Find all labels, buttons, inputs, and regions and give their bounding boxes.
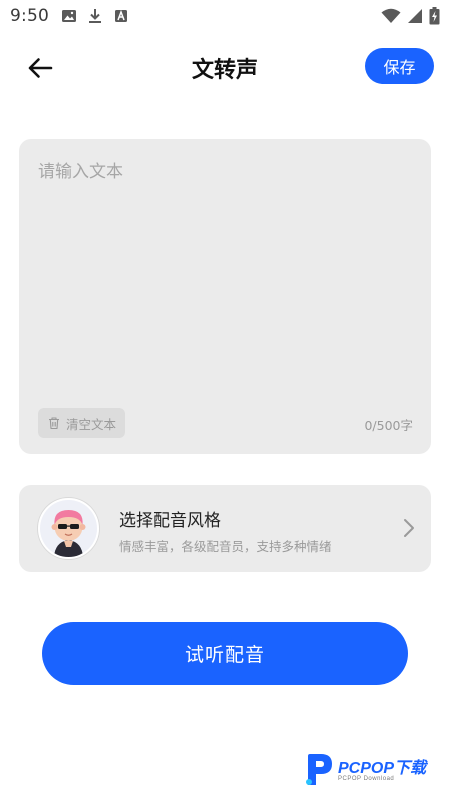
status-icons-left — [61, 8, 129, 24]
chevron-right-icon — [404, 519, 414, 537]
clear-text-button[interactable]: 清空文本 — [38, 408, 125, 438]
pcpop-watermark: PCPOP下载 PCPOP Download — [304, 751, 444, 787]
voice-style-title: 选择配音风格 — [119, 511, 221, 531]
watermark-subtext: PCPOP Download — [338, 776, 395, 782]
text-input[interactable] — [19, 139, 431, 399]
signal-icon — [408, 9, 422, 23]
app-header: 文转声 保存 — [0, 40, 450, 94]
voice-style-selector[interactable]: 选择配音风格 情感丰富，各级配音员，支持多种情绪 — [19, 485, 431, 572]
wifi-icon — [381, 8, 401, 23]
status-time: 9:50 — [10, 6, 49, 26]
text-input-card: 清空文本 0/500字 — [19, 139, 431, 454]
status-icons-right — [381, 7, 440, 25]
watermark-text: PCPOP下载 — [338, 760, 427, 777]
text-a-icon — [114, 9, 127, 22]
status-bar: 9:50 — [0, 0, 450, 32]
pcpop-logo-icon — [306, 754, 332, 785]
battery-charging-icon — [429, 7, 440, 25]
image-icon — [61, 10, 76, 22]
char-count: 0/500字 — [364, 418, 413, 433]
download-icon — [88, 9, 101, 23]
trash-icon — [48, 417, 59, 430]
preview-voice-button[interactable]: 试听配音 — [42, 622, 408, 685]
clear-text-label: 清空文本 — [65, 416, 116, 432]
voice-style-subtitle: 情感丰富，各级配音员，支持多种情绪 — [119, 539, 332, 554]
save-button[interactable]: 保存 — [365, 48, 434, 84]
avatar-icon — [38, 498, 99, 559]
